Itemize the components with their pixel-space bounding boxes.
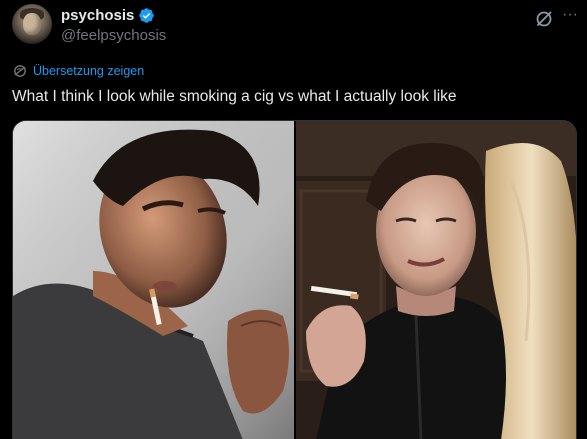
grok-icon[interactable] — [534, 9, 554, 29]
translate-label[interactable]: Übersetzung zeigen — [33, 64, 144, 78]
media-grid[interactable] — [12, 120, 577, 439]
author-handle[interactable]: @feelpsychosis — [61, 27, 166, 44]
more-icon[interactable]: ··· — [560, 7, 580, 28]
photo-left-illustration — [13, 121, 294, 439]
photo-left[interactable] — [13, 121, 294, 439]
translate-link[interactable]: Übersetzung zeigen — [12, 63, 144, 79]
tweet-text: What I think I look while smoking a cig … — [12, 88, 457, 105]
verified-badge-icon — [139, 7, 155, 23]
translate-icon — [14, 65, 26, 77]
tweet-header: psychosis @feelpsychosis ··· — [12, 4, 580, 48]
avatar-face — [23, 13, 41, 35]
author-name-row[interactable]: psychosis — [61, 5, 155, 25]
photo-right-illustration — [296, 121, 576, 439]
avatar[interactable] — [12, 4, 52, 44]
author-display-name[interactable]: psychosis — [61, 7, 134, 24]
photo-right[interactable] — [296, 121, 576, 439]
